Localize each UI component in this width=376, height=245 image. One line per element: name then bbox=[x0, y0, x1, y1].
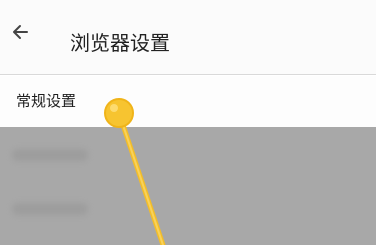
blurred-setting-line bbox=[12, 203, 88, 215]
general-settings-item[interactable]: 常规设置 bbox=[0, 76, 376, 127]
arrow-left-icon bbox=[9, 21, 31, 47]
blurred-setting-line bbox=[12, 149, 88, 161]
page-title: 浏览器设置 bbox=[70, 31, 170, 55]
dimmed-settings-area bbox=[0, 127, 376, 245]
back-button[interactable] bbox=[0, 14, 40, 54]
browser-settings-screen: 浏览器设置 常规设置 bbox=[0, 0, 376, 245]
app-bar: 浏览器设置 bbox=[0, 0, 376, 75]
general-settings-label: 常规设置 bbox=[16, 92, 77, 110]
